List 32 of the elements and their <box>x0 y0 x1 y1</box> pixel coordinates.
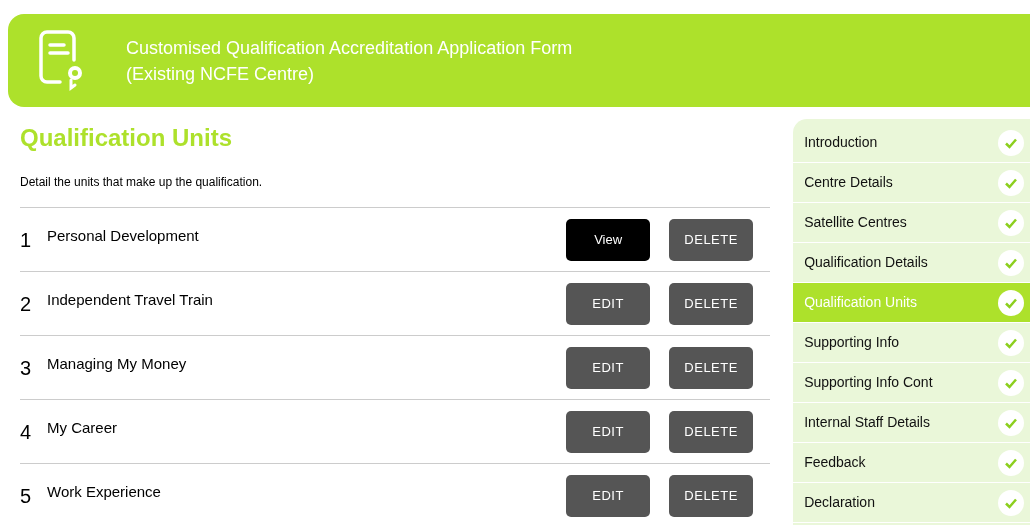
edit-button[interactable]: EDIT <box>566 410 651 453</box>
sidebar-item[interactable]: Supporting Info <box>793 323 1030 363</box>
delete-button[interactable]: DELETE <box>669 410 754 453</box>
sidebar-item[interactable]: Centre Details <box>793 163 1030 203</box>
unit-number: 2 <box>20 291 33 317</box>
sidebar-item[interactable]: Feedback <box>793 443 1030 483</box>
sidebar-item[interactable]: Introduction <box>793 123 1030 163</box>
unit-number: 1 <box>20 227 33 253</box>
edit-button[interactable]: EDIT <box>566 474 651 517</box>
unit-number: 4 <box>20 419 33 445</box>
delete-button[interactable]: DELETE <box>669 218 754 261</box>
edit-button[interactable]: EDIT <box>566 282 651 325</box>
delete-button[interactable]: DELETE <box>669 346 754 389</box>
sidebar-item[interactable]: Internal Staff Details <box>793 403 1030 443</box>
sidebar-item[interactable]: Declaration <box>793 483 1030 523</box>
delete-button[interactable]: DELETE <box>669 282 754 325</box>
unit-name: My Career <box>47 418 118 439</box>
form-title: Customised Qualification Accreditation Application Form <box>126 36 573 60</box>
sidebar-item[interactable]: Satellite Centres <box>793 203 1030 243</box>
page-description: Detail the units that make up the qualification. <box>20 174 264 191</box>
page-heading: Qualification Units <box>20 123 233 153</box>
view-button[interactable]: View <box>566 218 651 261</box>
unit-name: Work Experience <box>47 482 162 503</box>
edit-button[interactable]: EDIT <box>566 346 651 389</box>
unit-number: 3 <box>20 355 33 381</box>
sidebar-item[interactable]: Supporting Info Cont <box>793 363 1030 403</box>
unit-number: 5 <box>20 483 33 509</box>
unit-name: Personal Development <box>47 226 200 247</box>
unit-name: Independent Travel Train <box>47 290 214 311</box>
delete-button[interactable]: DELETE <box>669 474 754 517</box>
form-title: (Existing NCFE Centre) <box>126 62 316 86</box>
unit-name: Managing My Money <box>47 354 188 375</box>
